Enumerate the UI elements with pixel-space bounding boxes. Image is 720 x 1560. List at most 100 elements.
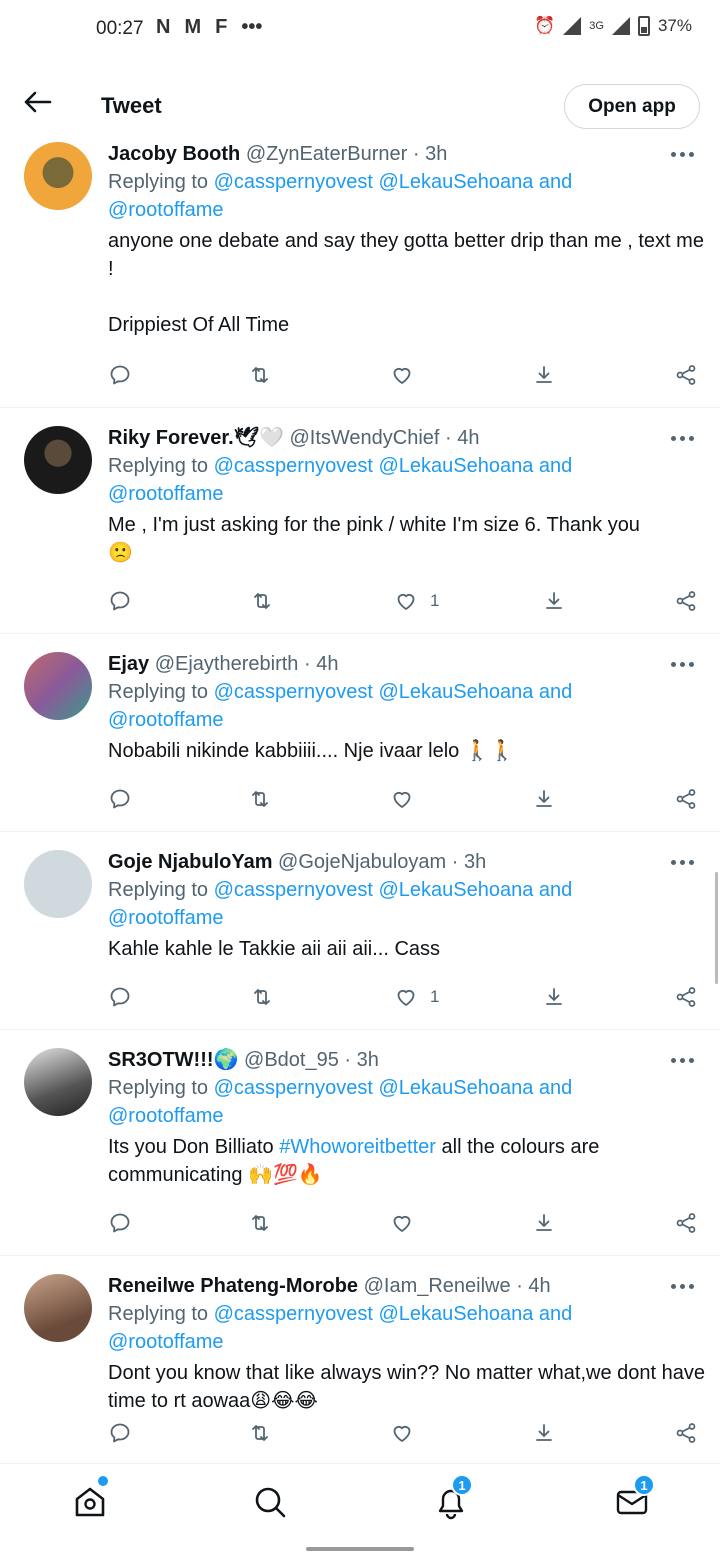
download-button[interactable] <box>532 1211 556 1235</box>
avatar[interactable] <box>24 652 92 720</box>
share-button[interactable] <box>674 1211 698 1235</box>
mention-link[interactable]: @rootoffame <box>108 907 224 929</box>
user-handle[interactable]: @Iam_Reneilwe <box>364 1275 511 1297</box>
tweet-text: Its you Don Billiato #Whoworeitbetter al… <box>108 1133 708 1189</box>
reply-button[interactable] <box>108 985 132 1009</box>
share-button[interactable] <box>674 1421 698 1445</box>
more-notifications-icon: ••• <box>241 16 263 38</box>
download-button[interactable] <box>532 787 556 811</box>
mention-link[interactable]: @rootoffame <box>108 199 224 221</box>
more-icon[interactable] <box>671 152 694 157</box>
tweet-time[interactable]: 4h <box>457 427 479 449</box>
tweet-meta: Riky Forever.🕊🤍 @ItsWendyChief · 4h <box>108 422 720 452</box>
retweet-button[interactable] <box>250 985 274 1009</box>
search-icon[interactable] <box>252 1484 288 1520</box>
mention-link[interactable]: @casspernyovest <box>214 1077 373 1099</box>
mention-link[interactable]: @rootoffame <box>108 709 224 731</box>
display-name[interactable]: Goje NjabuloYam <box>108 851 272 873</box>
reply-tweet[interactable]: Reneilwe Phateng-Morobe @Iam_Reneilwe · … <box>0 1256 720 1466</box>
open-app-button[interactable]: Open app <box>564 84 700 129</box>
retweet-button[interactable] <box>248 363 272 387</box>
retweet-button[interactable] <box>248 1211 272 1235</box>
display-name[interactable]: Jacoby Booth <box>108 143 240 165</box>
mention-link[interactable]: @LekauSehoana <box>378 879 533 901</box>
scrollbar[interactable] <box>715 872 718 984</box>
back-arrow-icon[interactable] <box>22 90 52 114</box>
avatar[interactable] <box>24 1274 92 1342</box>
reply-button[interactable] <box>108 363 132 387</box>
mention-link[interactable]: @casspernyovest <box>214 171 373 193</box>
mention-link[interactable]: @rootoffame <box>108 1105 224 1127</box>
retweet-button[interactable] <box>248 1421 272 1445</box>
display-name[interactable]: Riky Forever.🕊🤍 <box>108 427 284 449</box>
reply-tweet[interactable]: Jacoby Booth @ZynEaterBurner · 3h Replyi… <box>0 138 720 408</box>
share-button[interactable] <box>674 985 698 1009</box>
avatar[interactable] <box>24 426 92 494</box>
download-button[interactable] <box>542 985 566 1009</box>
tweet-time[interactable]: 3h <box>425 143 447 165</box>
reply-tweet[interactable]: Ejay @Ejaytherebirth · 4h Replying to @c… <box>0 634 720 832</box>
mention-link[interactable]: @casspernyovest <box>214 455 373 477</box>
reply-tweet[interactable]: Goje NjabuloYam @GojeNjabuloyam · 3h Rep… <box>0 832 720 1030</box>
tweet-time[interactable]: 3h <box>464 851 486 873</box>
like-button[interactable]: 1 <box>394 985 439 1009</box>
more-icon[interactable] <box>671 860 694 865</box>
user-handle[interactable]: @ZynEaterBurner <box>246 143 407 165</box>
retweet-button[interactable] <box>248 787 272 811</box>
user-handle[interactable]: @GojeNjabuloyam <box>278 851 446 873</box>
download-icon <box>536 790 552 807</box>
more-icon[interactable] <box>671 1284 694 1289</box>
display-name[interactable]: Reneilwe Phateng-Morobe <box>108 1275 358 1297</box>
download-button[interactable] <box>542 589 566 613</box>
tweet-meta: Reneilwe Phateng-Morobe @Iam_Reneilwe · … <box>108 1270 720 1300</box>
avatar[interactable] <box>24 142 92 210</box>
share-button[interactable] <box>674 363 698 387</box>
retweet-button[interactable] <box>250 589 274 613</box>
mention-link[interactable]: @rootoffame <box>108 1331 224 1353</box>
avatar[interactable] <box>24 1048 92 1116</box>
network-type: 3G <box>589 20 604 32</box>
display-name[interactable]: Ejay <box>108 653 149 675</box>
hashtag-link[interactable]: #Whoworeitbetter <box>279 1136 436 1158</box>
tweet-time[interactable]: 4h <box>316 653 338 675</box>
user-handle[interactable]: @ItsWendyChief <box>289 427 439 449</box>
reply-button[interactable] <box>108 589 132 613</box>
download-button[interactable] <box>532 363 556 387</box>
mention-link[interactable]: @LekauSehoana <box>378 455 533 477</box>
reply-button[interactable] <box>108 1211 132 1235</box>
mention-link[interactable]: @casspernyovest <box>214 879 373 901</box>
mention-link[interactable]: @LekauSehoana <box>378 681 533 703</box>
more-icon[interactable] <box>671 1058 694 1063</box>
user-handle[interactable]: @Bdot_95 <box>244 1049 339 1071</box>
user-handle[interactable]: @Ejaytherebirth <box>155 653 299 675</box>
like-button[interactable] <box>390 787 426 811</box>
like-button[interactable] <box>390 1211 426 1235</box>
more-icon[interactable] <box>671 662 694 667</box>
share-button[interactable] <box>674 787 698 811</box>
home-new-dot <box>98 1476 108 1486</box>
reply-tweet[interactable]: Riky Forever.🕊🤍 @ItsWendyChief · 4h Repl… <box>0 408 720 634</box>
like-button[interactable]: 1 <box>394 589 439 613</box>
mention-link[interactable]: @casspernyovest <box>214 1303 373 1325</box>
reply-button[interactable] <box>108 1421 132 1445</box>
more-icon[interactable] <box>671 436 694 441</box>
share-button[interactable] <box>674 589 698 613</box>
mention-link[interactable]: @LekauSehoana <box>378 1077 533 1099</box>
mention-link[interactable]: @LekauSehoana <box>378 1303 533 1325</box>
share-icon <box>676 789 696 809</box>
like-button[interactable] <box>390 1421 426 1445</box>
replying-to: Replying to @casspernyovest @LekauSehoan… <box>108 876 668 932</box>
tweet-time[interactable]: 4h <box>528 1275 550 1297</box>
mention-link[interactable]: @casspernyovest <box>214 681 373 703</box>
download-button[interactable] <box>532 1421 556 1445</box>
reply-button[interactable] <box>108 787 132 811</box>
tweet-time[interactable]: 3h <box>357 1049 379 1071</box>
avatar[interactable] <box>24 850 92 918</box>
mention-link[interactable]: @rootoffame <box>108 483 224 505</box>
like-button[interactable] <box>390 363 426 387</box>
gesture-bar[interactable] <box>306 1547 414 1551</box>
home-icon[interactable] <box>72 1484 108 1520</box>
mention-link[interactable]: @LekauSehoana <box>378 171 533 193</box>
display-name[interactable]: SR3OTW!!!🌍 <box>108 1049 238 1071</box>
reply-tweet[interactable]: SR3OTW!!!🌍 @Bdot_95 · 3h Replying to @ca… <box>0 1030 720 1256</box>
